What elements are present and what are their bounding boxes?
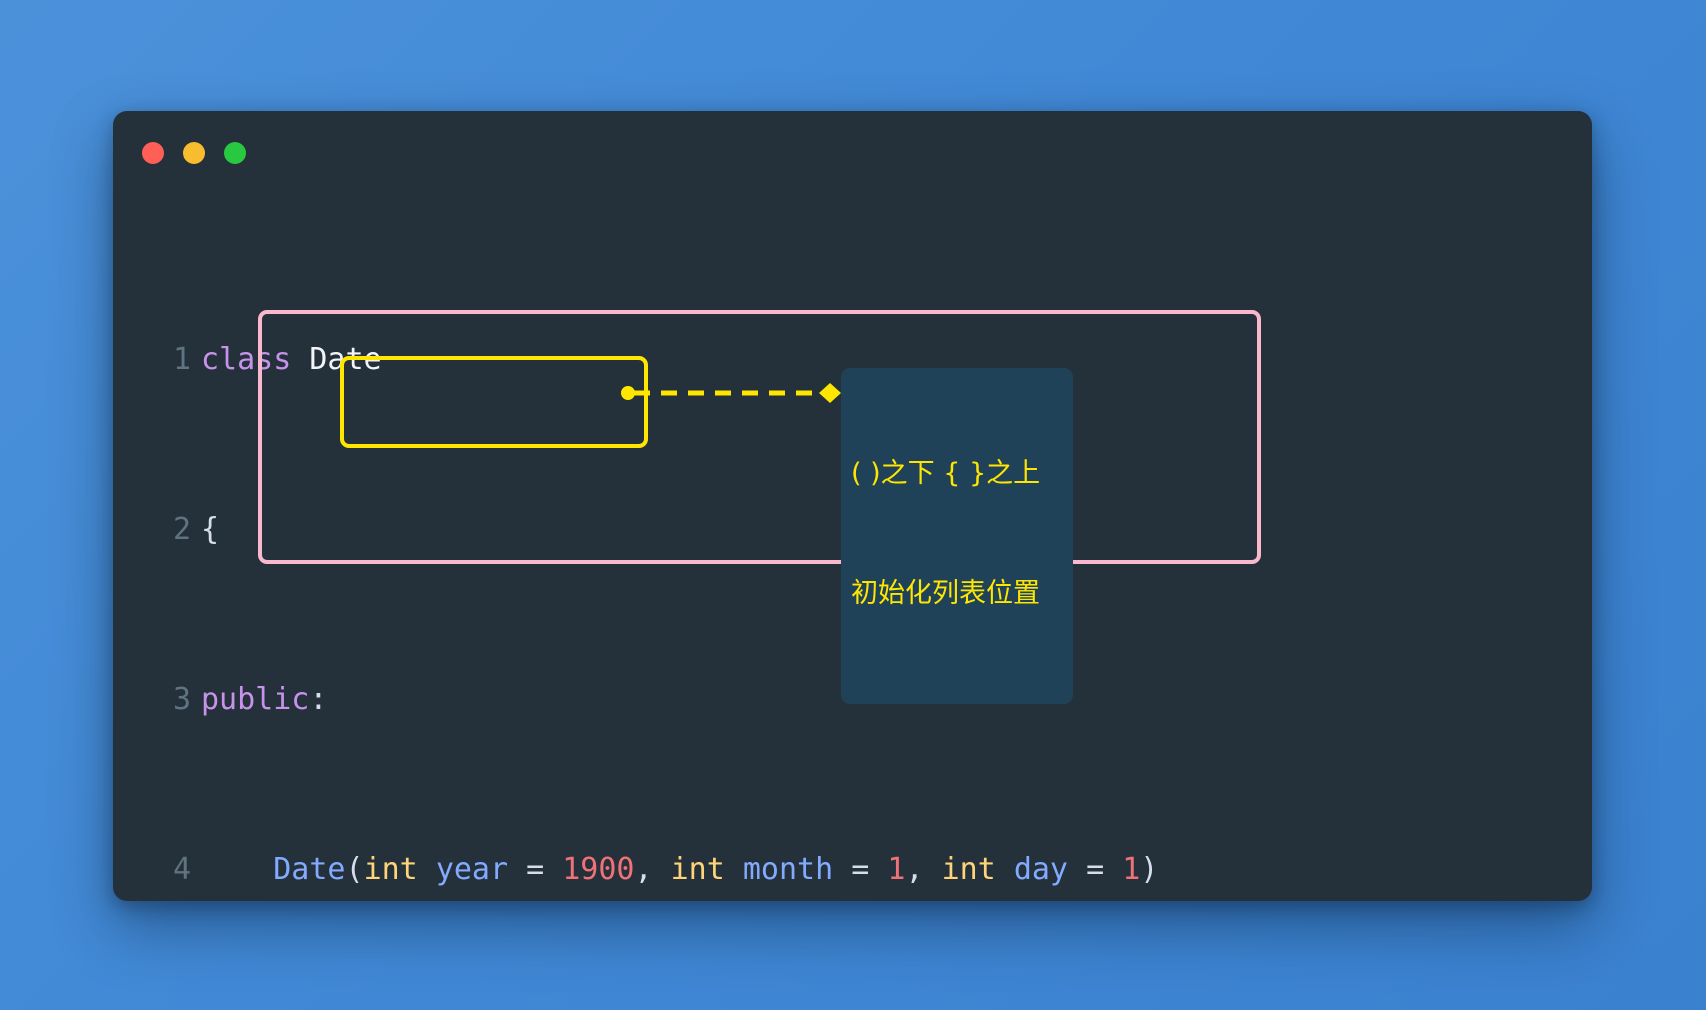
callout-tooltip: ( )之下 { }之上 初始化列表位置	[841, 368, 1073, 704]
token-colon: :	[309, 681, 328, 717]
token-paren-open: (	[345, 851, 364, 887]
token-paren-close: )	[1140, 851, 1159, 887]
maximize-button-icon[interactable]	[224, 142, 246, 164]
close-button-icon[interactable]	[142, 142, 164, 164]
token-param-day: day	[1013, 851, 1068, 887]
token-ctor-name: Date	[273, 851, 346, 887]
token-default-month: 1	[887, 851, 906, 887]
token-comma: ,	[905, 851, 924, 887]
token-equals: =	[1086, 851, 1105, 887]
token-param-month: month	[742, 851, 834, 887]
code-line: 4 Date(int year = 1900, int month = 1, i…	[113, 849, 1592, 892]
line-content[interactable]: Date(int year = 1900, int month = 1, int…	[201, 849, 1158, 892]
token-keyword-public: public	[201, 681, 310, 717]
line-number: 1	[172, 341, 191, 377]
token-default-year: 1900	[562, 851, 635, 887]
line-content[interactable]: {	[201, 509, 219, 552]
line-number: 2	[172, 511, 191, 547]
token-open-brace: {	[201, 511, 220, 547]
window-titlebar	[113, 111, 1592, 183]
token-keyword-class: class	[201, 341, 292, 377]
line-number: 3	[172, 681, 191, 717]
traffic-light-buttons	[142, 142, 246, 164]
token-type-int: int	[670, 851, 725, 887]
callout-line-2: 初始化列表位置	[851, 578, 1040, 609]
token-default-day: 1	[1122, 851, 1141, 887]
line-content[interactable]: public:	[201, 679, 327, 722]
token-type-int: int	[363, 851, 418, 887]
screen: 1 class Date 2 { 3 public: 4 Date(int ye…	[0, 0, 1706, 1010]
token-type-int: int	[941, 851, 996, 887]
token-comma: ,	[634, 851, 653, 887]
token-class-name: Date	[309, 341, 382, 377]
minimize-button-icon[interactable]	[183, 142, 205, 164]
line-number: 4	[172, 851, 191, 887]
token-param-year: year	[435, 851, 509, 887]
callout-line-1: ( )之下 { }之上	[851, 458, 1041, 489]
line-content[interactable]: class Date	[201, 339, 382, 382]
token-equals: =	[526, 851, 545, 887]
token-equals: =	[851, 851, 870, 887]
